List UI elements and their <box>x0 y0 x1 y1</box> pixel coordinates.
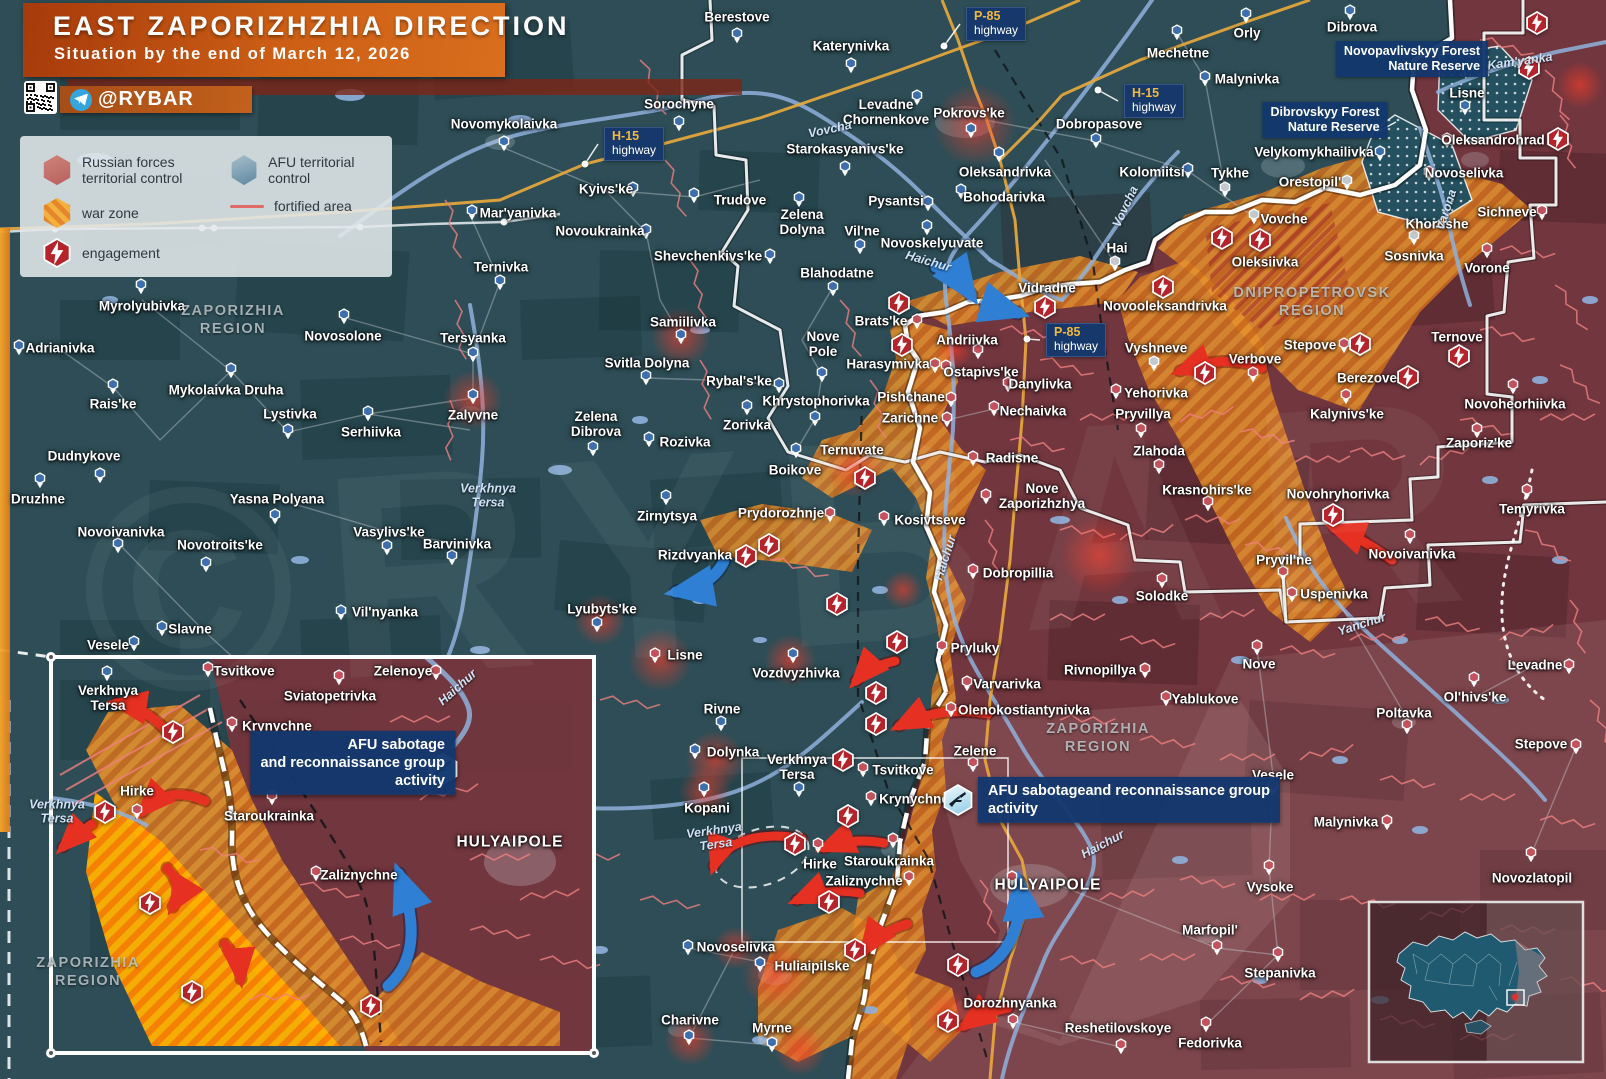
legend: Russian forces territorial control AFU t… <box>20 136 392 277</box>
legend-warzone-label: war zone <box>82 205 139 221</box>
qr-code <box>24 81 57 114</box>
title-block: EAST ZAPORIZHZHIA DIRECTION Situation by… <box>23 3 505 77</box>
qr-icon <box>26 83 55 112</box>
legend-warzone-icon <box>42 198 72 228</box>
situation-map[interactable]: ©RYBAR BerestoveKaterynivkaSorochyneNovo… <box>0 0 1606 1079</box>
legend-afu-icon <box>230 155 258 185</box>
legend-russian-icon <box>42 155 72 185</box>
page-title: EAST ZAPORIZHZHIA DIRECTION <box>53 11 505 42</box>
legend-fortified-icon <box>230 205 264 208</box>
legend-fortified-label: fortified area <box>274 198 352 214</box>
legend-afu-label: AFU territorial control <box>268 154 392 186</box>
telegram-icon <box>70 89 92 111</box>
legend-russian-label: Russian forces territorial control <box>82 154 182 186</box>
legend-engagement-icon <box>42 238 72 268</box>
brand-name: @RYBAR <box>98 88 194 111</box>
page-subtitle: Situation by the end of March 12, 2026 <box>54 45 505 64</box>
brand-banner[interactable]: @RYBAR <box>60 86 252 113</box>
legend-engagement-label: engagement <box>82 245 160 261</box>
